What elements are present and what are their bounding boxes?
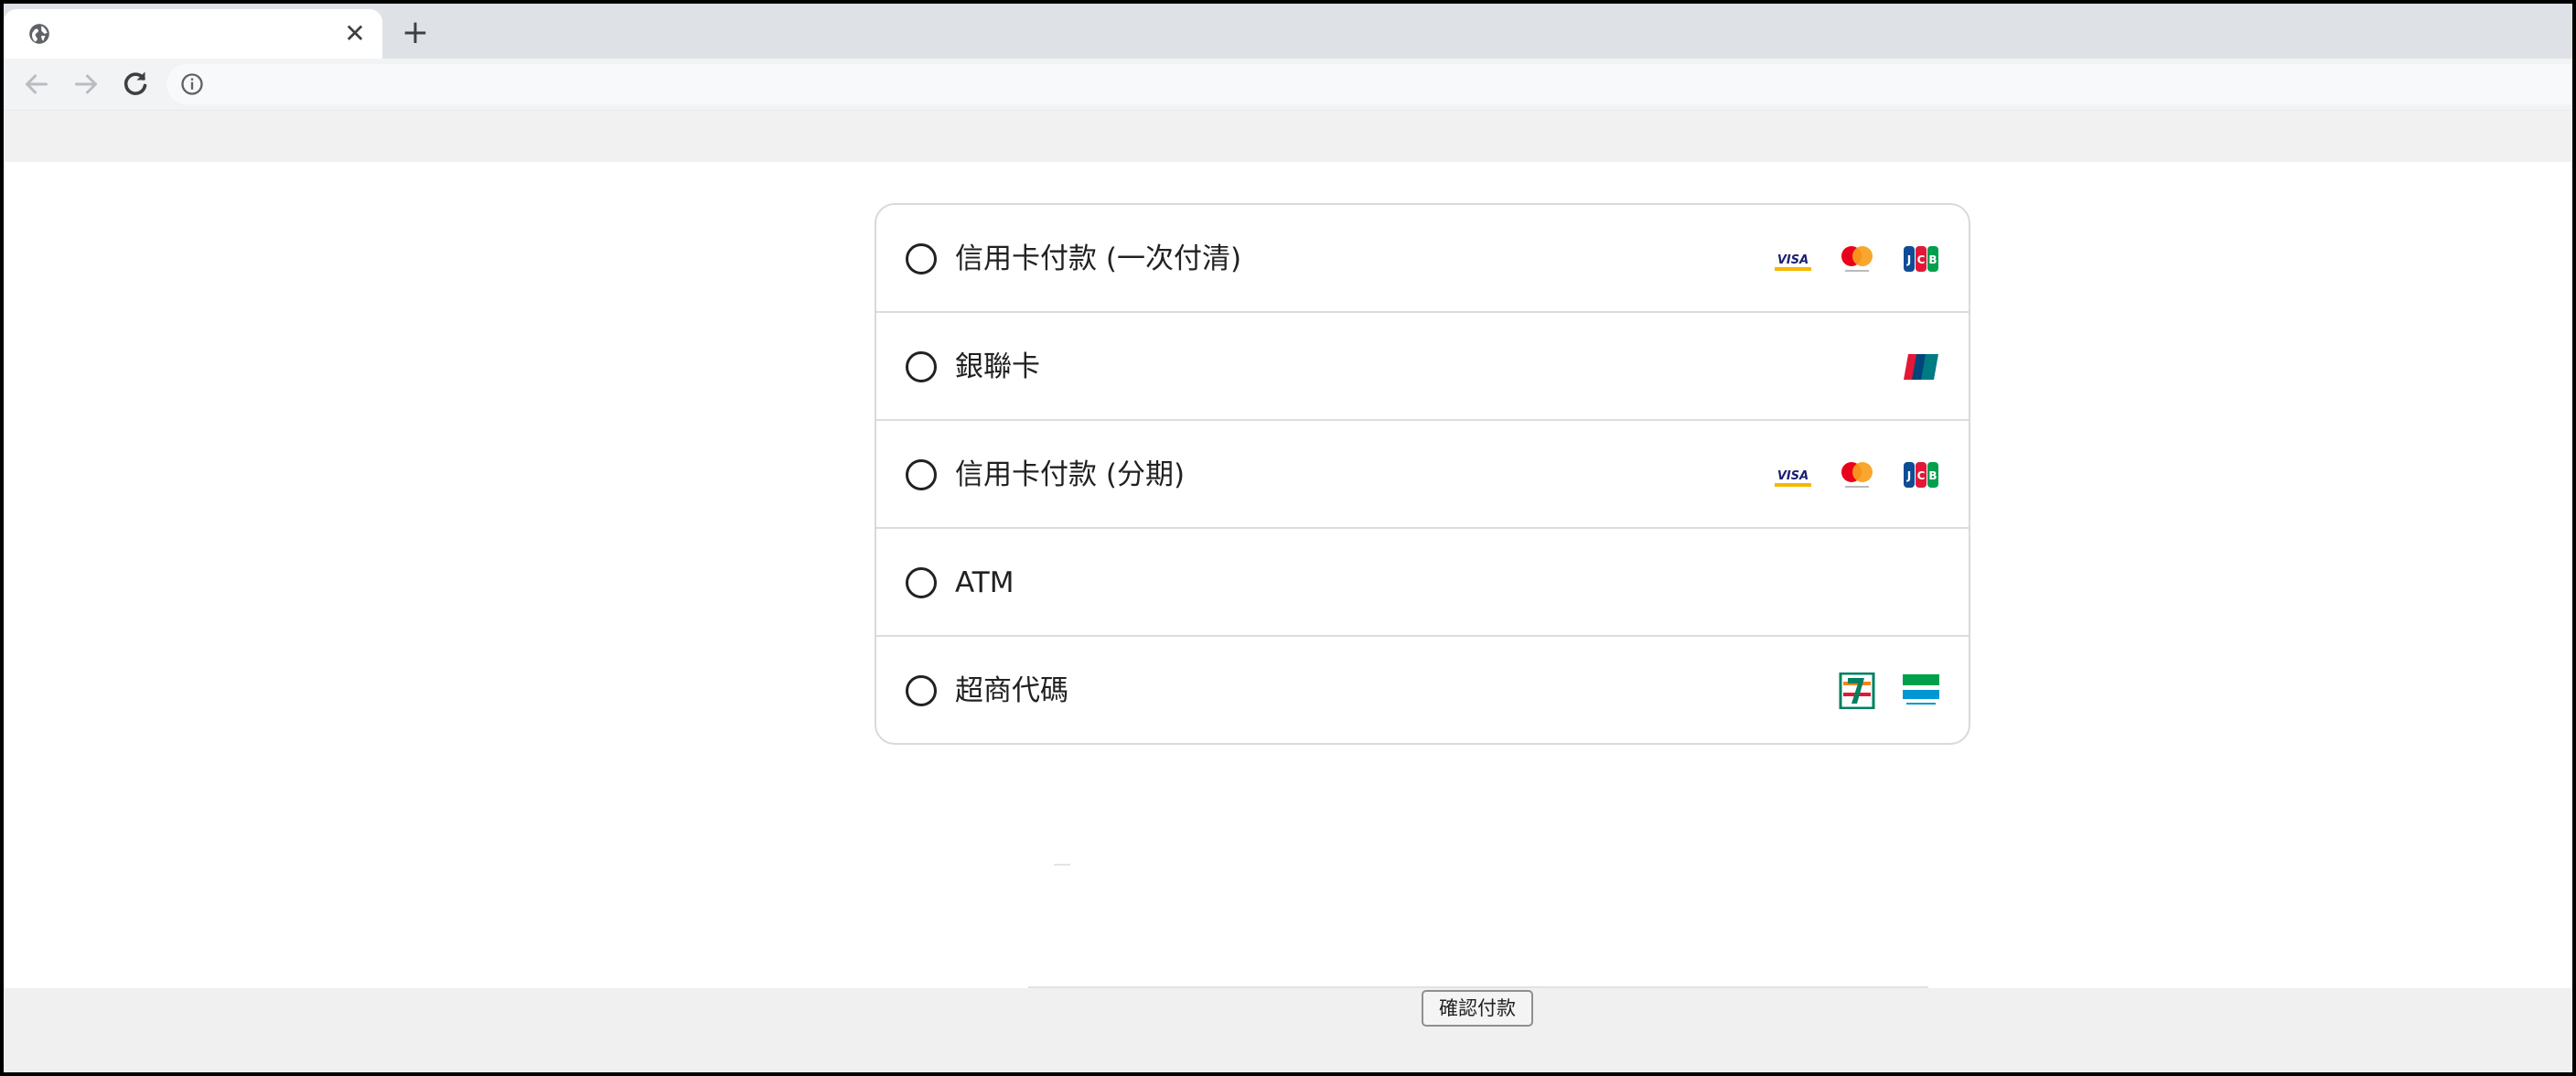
browser-window: ✕ + 信用卡付款 (一次付清) VISA J C B 銀聯卡 信用卡付款 (分…	[0, 0, 2576, 1076]
payment-option-convenience-store[interactable]: 超商代碼	[876, 637, 1969, 743]
svg-text:C: C	[1917, 253, 1926, 266]
card-logos: VISA J C B	[1773, 454, 1941, 496]
card-logos	[1901, 346, 1941, 388]
seven-eleven-logo	[1839, 672, 1875, 709]
payment-option-label: 信用卡付款 (分期)	[955, 458, 1186, 491]
svg-text:B: B	[1928, 469, 1937, 482]
jcb-logo: J C B	[1904, 246, 1938, 272]
payment-option-label: 超商代碼	[955, 674, 1068, 707]
payment-method-list: 信用卡付款 (一次付清) VISA J C B 銀聯卡 信用卡付款 (分期) V…	[875, 203, 1970, 745]
payment-option-label: 信用卡付款 (一次付清)	[955, 242, 1242, 275]
payment-option-atm[interactable]: ATM	[876, 529, 1969, 637]
visa-logo: VISA	[1775, 248, 1811, 271]
svg-text:VISA: VISA	[1777, 469, 1809, 483]
familymart-logo	[1903, 674, 1939, 705]
confirm-payment-button[interactable]: 確認付款	[1422, 990, 1533, 1027]
card-logos: VISA J C B	[1773, 238, 1941, 280]
globe-icon	[29, 24, 49, 44]
tab-strip: ✕ +	[4, 4, 2572, 59]
jcb-logo: J C B	[1904, 462, 1938, 488]
address-bar[interactable]	[166, 64, 2572, 104]
payment-option-label: 銀聯卡	[955, 350, 1040, 383]
svg-text:VISA: VISA	[1777, 253, 1809, 267]
mastercard-logo	[1841, 246, 1873, 272]
payment-option-credit-card-full[interactable]: 信用卡付款 (一次付清) VISA J C B	[876, 205, 1969, 313]
svg-text:C: C	[1917, 469, 1926, 482]
payment-option-unionpay[interactable]: 銀聯卡	[876, 313, 1969, 421]
close-icon[interactable]: ✕	[342, 21, 368, 47]
radio-button[interactable]	[906, 567, 937, 598]
radio-button[interactable]	[906, 351, 937, 382]
plus-icon[interactable]: +	[399, 16, 432, 49]
info-icon[interactable]	[179, 71, 205, 97]
mastercard-logo	[1841, 462, 1873, 488]
payment-option-credit-card-installment[interactable]: 信用卡付款 (分期) VISA J C B	[876, 421, 1969, 529]
payment-option-label: ATM	[955, 566, 1014, 599]
footer-bar	[4, 988, 2572, 1072]
svg-text:B: B	[1928, 253, 1937, 266]
svg-text:J: J	[1906, 253, 1911, 266]
visa-logo: VISA	[1775, 464, 1811, 487]
radio-button[interactable]	[906, 675, 937, 706]
reload-icon[interactable]	[119, 68, 152, 101]
bookmarks-bar	[4, 110, 2572, 162]
svg-text:J: J	[1906, 469, 1911, 482]
arrow-right-icon[interactable]	[70, 68, 102, 101]
store-logos	[1837, 670, 1941, 712]
unionpay-logo	[1904, 354, 1938, 380]
browser-tab[interactable]: ✕	[4, 9, 382, 59]
arrow-left-icon[interactable]	[20, 68, 53, 101]
radio-button[interactable]	[906, 459, 937, 490]
radio-button[interactable]	[906, 243, 937, 274]
browser-toolbar	[4, 59, 2572, 110]
divider	[1028, 986, 1928, 988]
divider	[1054, 864, 1070, 866]
